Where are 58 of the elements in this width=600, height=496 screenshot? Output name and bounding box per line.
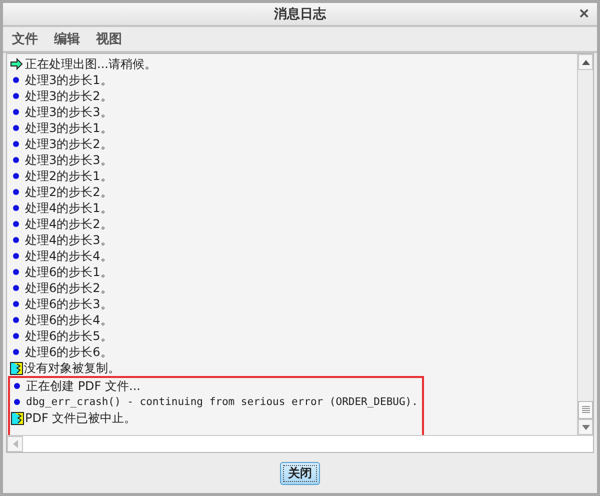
bullet-icon bbox=[13, 77, 19, 83]
close-button[interactable]: × bbox=[577, 5, 591, 23]
log-message: 处理3的步长2。 bbox=[25, 88, 112, 104]
menu-item[interactable]: 文件 bbox=[12, 30, 38, 48]
log-message: 处理3的步长2。 bbox=[25, 136, 112, 152]
bullet-icon bbox=[13, 333, 19, 339]
log-message: 处理6的步长6。 bbox=[25, 344, 112, 360]
log-message: 正在创建 PDF 文件... bbox=[26, 378, 140, 394]
warning-icon bbox=[11, 412, 24, 424]
log-message: PDF 文件已被中止。 bbox=[25, 410, 136, 426]
log-message: 没有对象被复制。 bbox=[24, 360, 120, 376]
close-dialog-button[interactable]: 关闭 bbox=[280, 462, 320, 484]
bullet-icon bbox=[13, 93, 19, 99]
window-title: 消息日志 bbox=[274, 6, 326, 23]
log-message: 处理4的步长2。 bbox=[25, 216, 112, 232]
log-message: 处理6的步长3。 bbox=[25, 296, 112, 312]
bullet-icon bbox=[13, 317, 19, 323]
log-message: 处理4的步长3。 bbox=[25, 232, 112, 248]
up-arrow-icon bbox=[582, 60, 590, 64]
log-message: 处理3的步长3。 bbox=[25, 152, 112, 168]
grip-icon bbox=[582, 406, 590, 414]
log-message: 处理6的步长5。 bbox=[25, 328, 112, 344]
bullet-icon bbox=[13, 285, 19, 291]
bullet-icon bbox=[13, 301, 19, 307]
bullet-icon bbox=[13, 253, 19, 259]
bullet-icon bbox=[13, 141, 19, 147]
menu-item[interactable]: 编辑 bbox=[54, 30, 80, 48]
bullet-icon bbox=[13, 237, 19, 243]
log-message: 处理4的步长4。 bbox=[25, 248, 112, 264]
log-message: 正在处理出图...请稍候。 bbox=[25, 56, 156, 72]
log-message: 处理6的步长1。 bbox=[25, 264, 112, 280]
bullet-icon bbox=[13, 205, 19, 211]
bullet-icon bbox=[13, 173, 19, 179]
bullet-icon bbox=[13, 125, 19, 131]
down-arrow-icon bbox=[582, 424, 590, 430]
menu-item[interactable]: 视图 bbox=[96, 30, 122, 48]
log-message: 处理6的步长4。 bbox=[25, 312, 112, 328]
log-message: 处理2的步长1。 bbox=[25, 168, 112, 184]
log-message: 处理4的步长1。 bbox=[25, 200, 112, 216]
left-arrow-icon bbox=[12, 440, 18, 448]
log-message: dbg_err_crash() - continuing from serious error (ORDER_DEBUG). bbox=[26, 396, 418, 408]
bullet-icon bbox=[14, 399, 20, 405]
log-message: 处理2的步长2。 bbox=[25, 184, 112, 200]
bullet-icon bbox=[13, 189, 19, 195]
log-message: 处理3的步长1。 bbox=[25, 120, 112, 136]
bullet-icon bbox=[13, 349, 19, 355]
bullet-icon bbox=[14, 383, 20, 389]
vertical-scrollbar[interactable] bbox=[577, 54, 593, 435]
log-message: 处理6的步长2。 bbox=[25, 280, 112, 296]
arrow-icon bbox=[10, 58, 23, 70]
bullet-icon bbox=[13, 109, 19, 115]
log-message: 处理3的步长3。 bbox=[25, 104, 112, 120]
log-message: 处理3的步长1。 bbox=[25, 72, 112, 88]
warning-icon bbox=[10, 362, 23, 374]
bullet-icon bbox=[13, 157, 19, 163]
bullet-icon bbox=[13, 221, 19, 227]
horizontal-scrollbar[interactable] bbox=[7, 435, 577, 452]
bullet-icon bbox=[13, 269, 19, 275]
